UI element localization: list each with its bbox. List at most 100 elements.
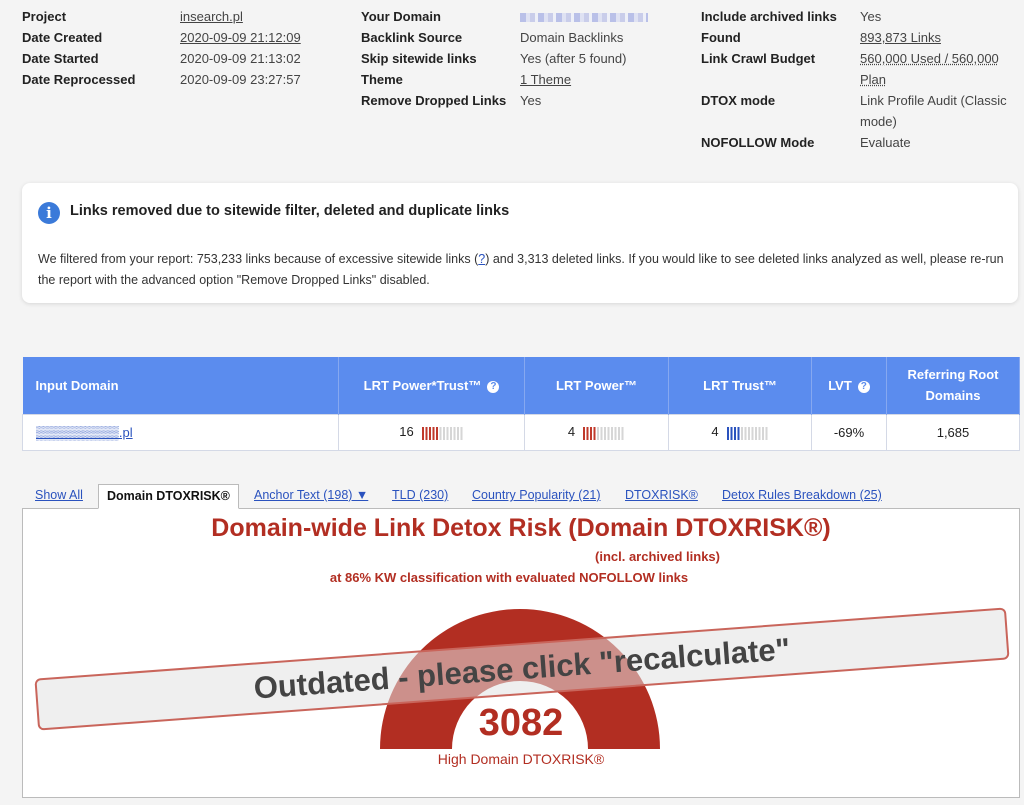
meta-value: Link Profile Audit (Classic mode) [860,93,1007,129]
dtoxrisk-panel: Domain-wide Link Detox Risk (Domain DTOX… [22,508,1020,798]
header-lvt[interactable]: LVT? [811,357,887,414]
header-label: LRT Power*Trust™ [363,377,482,393]
bar-segment [439,426,442,440]
meta-crawl-budget: Link Crawl Budget 560,000 Used / 560,000… [701,48,1010,90]
info-body: We filtered from your report: 753,233 li… [38,249,1008,291]
found-links-link[interactable]: 893,873 Links [860,27,1010,48]
input-domain-link[interactable]: ▒▒▒▒▒▒▒▒▒.pl [36,425,133,440]
bar-segment [425,426,428,440]
help-icon[interactable]: ? [857,380,870,393]
header-trust[interactable]: LRT Trust™ [668,357,812,414]
bar-segment [456,426,459,440]
meta-key: Include archived links [701,9,837,24]
bar-segment [611,426,614,440]
tab-domain-dtoxrisk[interactable]: Domain DTOXRISK® [98,484,239,509]
meta-key: NOFOLLOW Mode [701,135,815,150]
bar-segment [726,426,729,440]
header-label: LVT [828,377,852,393]
tab-country-popularity[interactable]: Country Popularity (21) [472,488,601,502]
bar-segment [590,426,593,440]
power-trust-bars [421,426,463,440]
ref-domains-cell: 1,685 [886,413,1020,451]
meta-key: Project [22,9,67,24]
meta-date-reprocessed: Date Reprocessed 2020-09-09 23:27:57 [22,69,301,90]
meta-value: 2020-09-09 21:13:02 [180,51,301,66]
bar-segment [593,426,596,440]
bar-segment [747,426,750,440]
header-power-trust[interactable]: LRT Power*Trust™? [338,357,525,414]
report-meta-right: Include archived links Yes Found 893,873… [701,6,1010,153]
meta-key: Link Crawl Budget [701,51,816,66]
bar-segment [421,426,424,440]
report-tabs: Show All Domain DTOXRISK® Anchor Text (1… [22,484,1020,509]
meta-your-domain: Your Domain [361,6,648,27]
tab-tld[interactable]: TLD (230) [392,488,448,502]
bar-segment [432,426,435,440]
trust-cell: 4 [668,413,812,451]
bar-segment [435,426,438,440]
help-icon[interactable]: ? [487,380,500,393]
meta-theme: Theme 1 Theme [361,69,648,90]
meta-nofollow-mode: NOFOLLOW Mode Evaluate [701,132,1010,153]
blurred-domain [520,6,648,27]
chart-title: Domain-wide Link Detox Risk (Domain DTOX… [211,514,831,542]
bar-segment [597,426,600,440]
meta-key: Remove Dropped Links [361,93,507,108]
info-title: Links removed due to sitewide filter, de… [70,203,510,219]
trust-value: 4 [711,424,719,440]
filter-info-box: i Links removed due to sitewide filter, … [22,183,1018,303]
domain-cell: ▒▒▒▒▒▒▒▒▒.pl [22,413,339,451]
meta-include-archived: Include archived links Yes [701,6,1010,27]
bar-segment [614,426,617,440]
table-header-row: Input Domain LRT Power*Trust™? LRT Power… [22,357,1020,414]
bar-segment [754,426,757,440]
tab-detox-rules[interactable]: Detox Rules Breakdown (25) [722,488,882,502]
tab-dtoxrisk[interactable]: DTOXRISK® [625,488,698,502]
info-icon: i [38,202,60,224]
tab-show-all[interactable]: Show All [35,488,83,502]
bar-segment [586,426,589,440]
date-created-link[interactable]: 2020-09-09 21:12:09 [180,27,301,48]
theme-link[interactable]: 1 Theme [520,69,571,90]
bar-segment [604,426,607,440]
power-value: 4 [567,424,576,440]
project-link[interactable]: insearch.pl [180,6,243,27]
bar-segment [740,426,743,440]
info-text-part1: We filtered from your report: 753,233 li… [38,252,479,266]
bar-segment [453,426,456,440]
meta-skip-sitewide: Skip sitewide links Yes (after 5 found) [361,48,648,69]
meta-value: Yes (after 5 found) [520,51,627,66]
meta-key: Skip sitewide links [361,51,477,66]
meta-project: Project insearch.pl [22,6,301,27]
trust-bars [726,426,768,440]
bar-segment [758,426,761,440]
bar-segment [607,426,610,440]
meta-remove-dropped: Remove Dropped Links Yes [361,90,648,111]
bar-segment [442,426,445,440]
chart-subtitle-archived: (incl. archived links) [595,549,720,564]
header-power[interactable]: LRT Power™ [524,357,669,414]
header-input-domain[interactable]: Input Domain [22,357,339,414]
bar-segment [737,426,740,440]
bar-segment [618,426,621,440]
bar-segment [730,426,733,440]
meta-key: DTOX mode [701,93,776,108]
bar-segment [428,426,431,440]
meta-key: Theme [361,72,403,87]
meta-key: Backlink Source [361,30,463,45]
bar-segment [733,426,736,440]
tab-anchor-text[interactable]: Anchor Text (198) ▼ [254,488,368,502]
meta-backlink-source: Backlink Source Domain Backlinks [361,27,648,48]
report-meta-left: Project insearch.pl Date Created 2020-09… [22,6,301,90]
power-trust-value: 16 [399,424,414,440]
chart-subtitle-classification: at 86% KW classification with evaluated … [329,570,689,585]
meta-key: Found [701,30,741,45]
power-bars [583,426,624,440]
header-referring-root-domains[interactable]: Referring Root Domains [886,357,1020,414]
risk-label: High Domain DTOXRISK® [437,751,605,767]
bar-segment [449,426,452,440]
meta-value: Yes [860,9,882,24]
meta-value: Yes [520,93,542,108]
bar-segment [761,426,764,440]
meta-key: Your Domain [361,9,441,24]
